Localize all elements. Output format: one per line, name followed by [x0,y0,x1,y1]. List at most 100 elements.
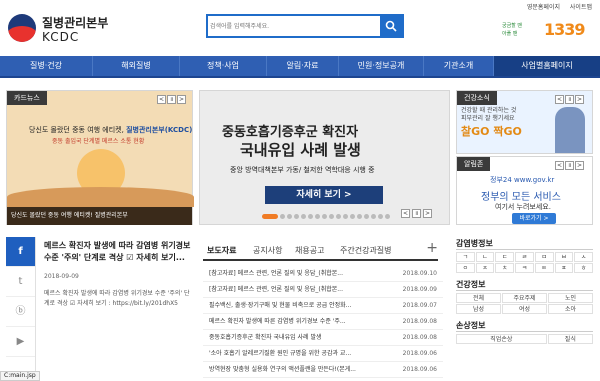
next-button[interactable]: > [575,161,584,170]
nav-disease-health[interactable]: 질병·건강 [0,56,93,76]
consonant-button[interactable]: ㅎ [574,263,593,273]
consonant-button[interactable]: ㄴ [475,252,495,262]
main-banner[interactable]: 중동호흡기증후군 확진자 국내유입 사례 발생 중앙 방역대책본부 가동/ 철저… [199,90,450,225]
page-dot[interactable] [364,214,369,219]
page-dot[interactable] [287,214,292,219]
nav-policy[interactable]: 정책·사업 [180,56,267,76]
consonant-button[interactable]: ㅋ [515,263,534,273]
banner-prev-button[interactable]: < [401,209,410,218]
consonant-button[interactable]: ㅈ [475,263,495,273]
page-dot[interactable] [301,214,306,219]
consonant-button[interactable]: ㅅ [574,252,593,262]
list-item[interactable]: 필수백신, 출생·장기구매 및 현물 비축으로 공급 안정화... 2018.09… [203,298,443,314]
page-dot[interactable] [350,214,355,219]
health-info-button[interactable]: 남성 [456,304,501,314]
notice-zone-label: 알림존 [457,157,491,171]
kcdc-logo[interactable]: 질병관리본부 KCDC [8,12,128,46]
consonant-button[interactable]: ㅂ [554,252,574,262]
prev-button[interactable]: < [157,95,166,104]
page-dot[interactable] [315,214,320,219]
health-info-button[interactable]: 전체 [456,293,501,303]
top-links: 영문홈페이지 사이트맵 [519,2,592,11]
pause-button[interactable]: ॥ [565,161,574,170]
gov24-brand: 정부24 www.gov.kr [490,176,555,184]
consonant-button[interactable]: ㅍ [554,263,574,273]
link-english[interactable]: 영문홈페이지 [527,4,560,11]
next-button[interactable]: > [575,95,584,104]
nav-about[interactable]: 기관소개 [424,56,494,76]
post-title[interactable]: 메르스 확진자 발생에 따라 감염병 위기경보 수준 '주의' 단계로 격상 ☑… [44,240,194,264]
card-news-caption[interactable]: 당신도 몰랐던 중동 여행 에티켓! 질병관리본부 [7,207,192,225]
youtube-icon[interactable]: ▶ [6,327,35,357]
page-dot[interactable] [343,214,348,219]
gov-go-button[interactable]: 바로가기 > [512,213,556,224]
consonant-button[interactable]: ㄹ [515,252,534,262]
health-news-label: 건강소식 [457,91,497,105]
page-dot[interactable] [378,214,383,219]
injury-info-button[interactable]: 질식 [547,334,593,344]
notice-zone-panel[interactable]: 알림존 < ॥ > 정부24 www.gov.kr 정부의 모든 서비스 여기서… [456,156,593,225]
hotline-1339[interactable]: 궁금할 땐 아플 땐 1339 [502,20,594,44]
consonant-button[interactable]: ㅌ [534,263,554,273]
prev-button[interactable]: < [555,95,564,104]
page-dot[interactable] [371,214,376,219]
page-dot[interactable] [336,214,341,219]
health-info-button[interactable]: 여성 [502,304,547,314]
browser-status-bar: C:main.jsp [0,371,40,381]
twitter-icon[interactable]: t [6,267,35,297]
search-button[interactable] [380,16,402,36]
tab-recruitment[interactable]: 채용공고 [295,245,324,256]
banner-pagination [262,214,392,220]
page-dot[interactable] [280,214,285,219]
injury-info-button[interactable]: 직업손상 [456,334,547,344]
list-item[interactable]: 메르스 확진자 발생에 따른 감염병 위기경보 수준 '주... 2018.09.… [203,314,443,330]
nav-notice[interactable]: 알림·자료 [267,56,339,76]
tab-notices[interactable]: 공지사항 [253,245,282,256]
facebook-icon[interactable]: f [6,237,35,267]
banner-next-button[interactable]: > [423,209,432,218]
banner-more-button[interactable]: 자세히 보기 > [265,186,383,204]
more-plus-icon[interactable]: + [426,240,438,256]
health-news-panel[interactable]: 건강소식 < ॥ > 건강할 때 관리하는 것 피부관리 잘 챙기세요 찰GO 짝… [456,90,593,154]
list-item[interactable]: [참고자료] 메르스 관련, 언론 질의 및 응답_(취합본... 2018.09… [203,266,443,282]
social-post[interactable]: 메르스 확진자 발생에 따라 감염병 위기경보 수준 '주의' 단계로 격상 ☑… [44,240,194,370]
page-dot[interactable] [329,214,334,219]
blog-icon[interactable]: ⓑ [6,297,35,327]
page-dot[interactable] [308,214,313,219]
health-info-button[interactable]: 노인 [548,293,593,303]
page-dot-active[interactable] [262,214,278,219]
consonant-button[interactable]: ㅇ [456,263,475,273]
health-ad-text: 건강할 때 관리하는 것 피부관리 잘 챙기세요 [461,107,517,122]
list-item[interactable]: 중동호흡기증후군 확진자 국내유입 사례 발생 2018.09.08 [203,330,443,346]
pause-button[interactable]: ॥ [167,95,176,104]
banner-pause-button[interactable]: ॥ [412,209,421,218]
tab-press-release[interactable]: 보도자료 [207,245,236,256]
page-dot[interactable] [294,214,299,219]
list-item[interactable]: 방역현장 맞춤형 실용화 연구의 액션플랜을 만든다!(본게... 2018.09… [203,362,443,378]
prev-button[interactable]: < [555,161,564,170]
nav-civil[interactable]: 민원·정보공개 [339,56,424,76]
link-sitemap[interactable]: 사이트맵 [570,4,592,11]
nav-overseas-disease[interactable]: 해외질병 [93,56,180,76]
consonant-button[interactable]: ㅁ [534,252,554,262]
page-dot[interactable] [385,214,390,219]
pause-button[interactable]: ॥ [565,95,574,104]
consonant-button[interactable]: ㄱ [456,252,475,262]
health-info-button[interactable]: 소아 [548,304,593,314]
search-box [206,14,404,38]
disease-info-title: 감염병정보 [456,238,593,250]
post-body: 메르스 확진자 발생에 따라 감염병 위기경보 수준 '주의' 단계로 격상 ☑… [44,290,190,307]
health-info-button[interactable]: 주요주제 [502,293,547,303]
nav-program-sites[interactable]: 사업별홈페이지 [494,56,600,76]
consonant-button[interactable]: ㄷ [495,252,515,262]
main-nav: 질병·건강 해외질병 정책·사업 알림·자료 민원·정보공개 기관소개 사업별홈… [0,56,600,78]
page-dot[interactable] [322,214,327,219]
next-button[interactable]: > [177,95,186,104]
page-dot[interactable] [357,214,362,219]
search-input[interactable] [210,18,378,34]
list-item[interactable]: '소아 호흡기 알레르기질환 원인 규명을 위한 공감과 교... 2018.09… [203,346,443,362]
tab-weekly-health[interactable]: 주간건강과질병 [340,245,392,256]
card-news-panel[interactable]: 카드뉴스 < ॥ > 당신도 몰랐던 중동 여행 에티켓, 질병관리본부(KCD… [6,90,194,225]
list-item[interactable]: [참고자료] 메르스 관련, 언론 질의 및 응답_(취합본... 2018.09… [203,282,443,298]
consonant-button[interactable]: ㅊ [495,263,515,273]
